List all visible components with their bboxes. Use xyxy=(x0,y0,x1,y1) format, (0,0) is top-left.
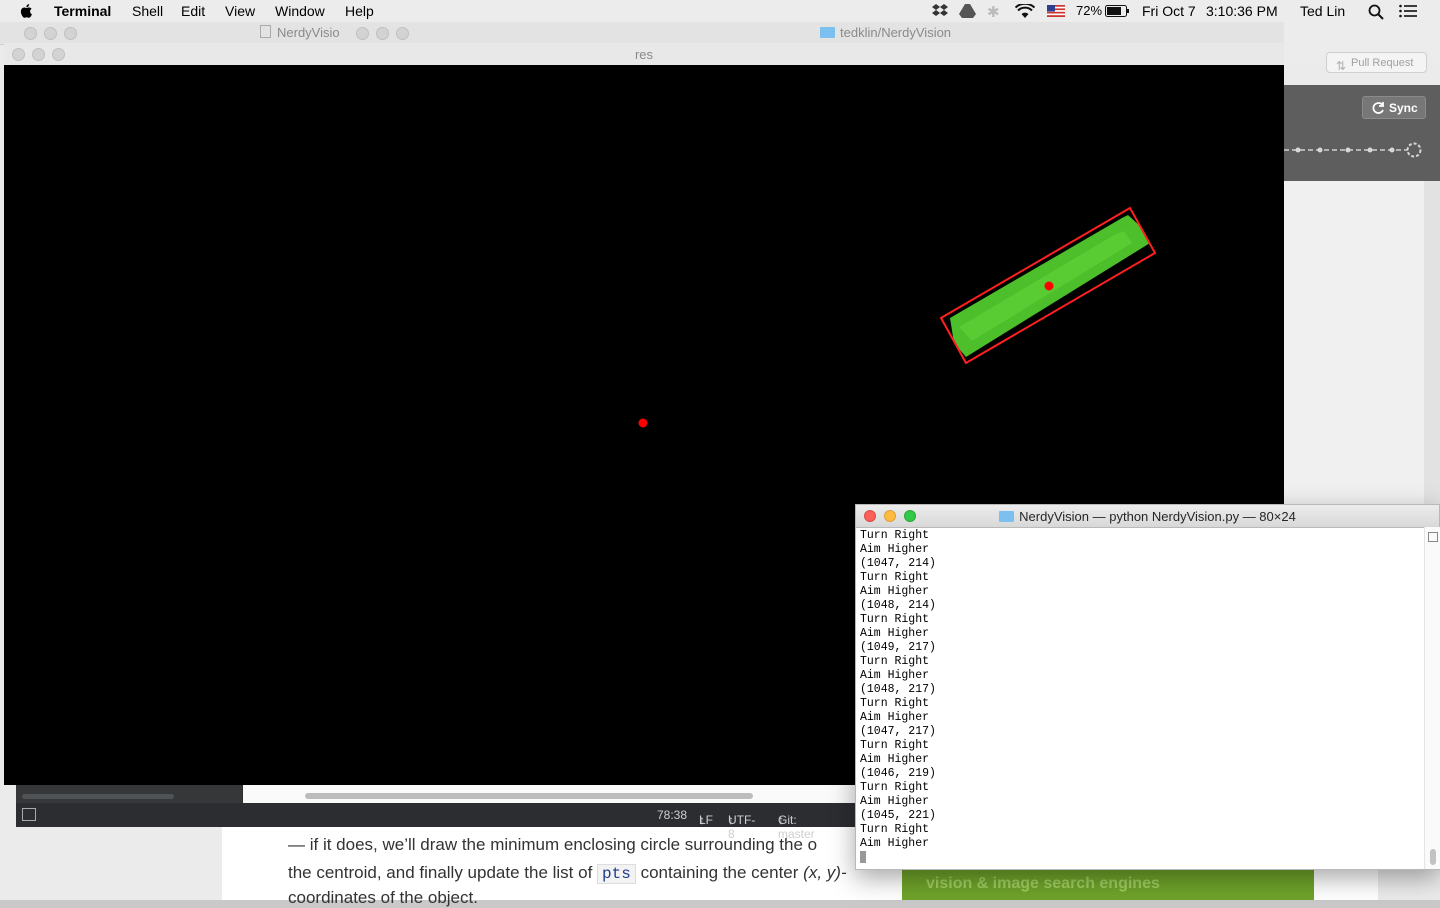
inline-code: pts xyxy=(597,864,636,884)
zoom-button[interactable] xyxy=(64,27,77,40)
terminal-title-label: NerdyVision — python NerdyVision.py — 80… xyxy=(1019,509,1296,524)
terminal-line: (1046, 219) xyxy=(860,767,936,780)
menu-bar: Terminal Shell Edit View Window Help ✱ 7… xyxy=(0,0,1440,23)
repo-title-label: tedklin/NerdyVision xyxy=(840,25,952,40)
battery-icon[interactable] xyxy=(1105,5,1130,17)
terminal-cursor xyxy=(860,851,866,863)
us-flag-icon[interactable] xyxy=(1047,5,1065,17)
wifi-icon[interactable] xyxy=(1015,4,1035,18)
article-text-italic: (x, y)- xyxy=(803,863,847,882)
res-title-bar: res xyxy=(4,43,1284,66)
apple-icon[interactable] xyxy=(18,3,36,19)
menu-view[interactable]: View xyxy=(225,3,255,19)
editor-horizontal-scrollbar[interactable] xyxy=(243,785,856,803)
editor-tab-nerdyvision[interactable]: NerdyVisio xyxy=(260,25,340,40)
terminal-line: Turn Right xyxy=(860,697,930,710)
menu-window[interactable]: Window xyxy=(275,3,325,19)
minimize-button[interactable] xyxy=(376,27,389,40)
sync-icon xyxy=(1372,102,1384,114)
terminal-line: (1045, 221) xyxy=(860,809,936,822)
terminal-line: Turn Right xyxy=(860,613,930,626)
article-line: the centroid, and finally update the lis… xyxy=(288,863,847,884)
close-button[interactable] xyxy=(24,27,37,40)
minimize-button[interactable] xyxy=(44,27,57,40)
pull-request-icon: ⇅ xyxy=(1336,59,1347,73)
close-button[interactable] xyxy=(356,27,369,40)
google-drive-icon[interactable] xyxy=(959,4,976,18)
terminal-line: (1049, 217) xyxy=(860,641,936,654)
menu-date[interactable]: Fri Oct 7 xyxy=(1142,3,1196,19)
menu-shell[interactable]: Shell xyxy=(132,3,163,19)
battery-percent: 72% xyxy=(1076,3,1103,18)
terminal-line: (1048, 214) xyxy=(860,599,936,612)
article-text: containing the center xyxy=(640,863,799,882)
scroll-marker-icon[interactable] xyxy=(1428,532,1438,542)
github-scrollbar[interactable] xyxy=(1424,181,1440,511)
dropbox-icon[interactable] xyxy=(931,3,949,19)
terminal-window: NerdyVision — python NerdyVision.py — 80… xyxy=(855,504,1440,870)
menu-user[interactable]: Ted Lin xyxy=(1300,3,1345,19)
terminal-line: (1047, 214) xyxy=(860,557,936,570)
terminal-title-bar: NerdyVision — python NerdyVision.py — 80… xyxy=(856,505,1439,528)
repo-title: tedklin/NerdyVision xyxy=(820,25,951,40)
sync-button[interactable]: Sync xyxy=(1362,96,1426,119)
scrollbar-thumb[interactable] xyxy=(1430,849,1436,865)
terminal-line: Aim Higher xyxy=(860,753,930,766)
tree-view-scrollbar[interactable] xyxy=(16,785,242,803)
res-title: res xyxy=(634,47,654,62)
terminal-scrollbar[interactable] xyxy=(1424,527,1440,869)
notification-center-icon[interactable] xyxy=(1399,4,1418,18)
terminal-line: Aim Higher xyxy=(860,837,930,850)
advertisement-banner[interactable]: vision & image search engines xyxy=(902,868,1314,900)
panel-toggle-icon[interactable] xyxy=(22,808,36,821)
terminal-line: (1048, 217) xyxy=(860,683,936,696)
zoom-button[interactable] xyxy=(396,27,409,40)
article-line: coordinates of the object. xyxy=(288,888,478,907)
terminal-line: Aim Higher xyxy=(860,795,930,808)
terminal-output[interactable]: Turn Right Aim Higher (1047, 214) Turn Righ… xyxy=(860,529,1420,865)
scrollbar-thumb[interactable] xyxy=(22,794,174,799)
folder-icon xyxy=(820,27,835,38)
cursor-position[interactable]: 78:38 xyxy=(657,808,687,822)
editor-tab-label: NerdyVisio xyxy=(277,25,340,40)
terminal-line: Aim Higher xyxy=(860,543,930,556)
menu-time[interactable]: 3:10:36 PM xyxy=(1206,3,1278,19)
terminal-line: Turn Right xyxy=(860,823,930,836)
github-title-bar: NerdyVisio tedklin/NerdyVision xyxy=(0,22,1440,45)
terminal-line: Turn Right xyxy=(860,571,930,584)
terminal-line: Turn Right xyxy=(860,781,930,794)
commit-timeline[interactable] xyxy=(1284,140,1434,160)
chevron-updown-icon: ↕ xyxy=(699,813,705,827)
terminal-line: Turn Right xyxy=(860,529,930,542)
editor-status-bar: 78:38 LF ↕ UTF-8 ↕ Git: master ↕ xyxy=(16,803,856,841)
terminal-line: Aim Higher xyxy=(860,711,930,724)
chevron-updown-icon: ↕ xyxy=(728,813,734,827)
bluetooth-icon[interactable]: ✱ xyxy=(987,3,1000,21)
screen-center-marker xyxy=(638,418,648,428)
menu-edit[interactable]: Edit xyxy=(181,3,205,19)
sync-label: Sync xyxy=(1389,101,1418,115)
article-text: the centroid, and finally update the lis… xyxy=(288,863,593,882)
pull-request-button[interactable]: ⇅ Pull Request xyxy=(1326,52,1427,73)
terminal-line: Aim Higher xyxy=(860,585,930,598)
terminal-line: Turn Right xyxy=(860,655,930,668)
pull-request-label: Pull Request xyxy=(1351,57,1414,69)
menu-help[interactable]: Help xyxy=(345,3,374,19)
terminal-line: Aim Higher xyxy=(860,627,930,640)
menu-app-name[interactable]: Terminal xyxy=(54,3,111,19)
terminal-title: NerdyVision — python NerdyVision.py — 80… xyxy=(856,509,1439,524)
spotlight-search-icon[interactable] xyxy=(1368,4,1384,20)
terminal-cursor-line xyxy=(860,851,1420,865)
file-icon xyxy=(260,25,271,38)
chevron-updown-icon: ↕ xyxy=(778,813,784,827)
target-centroid-marker xyxy=(1044,281,1054,291)
terminal-line: Aim Higher xyxy=(860,669,930,682)
folder-icon xyxy=(999,511,1015,522)
terminal-line: (1047, 217) xyxy=(860,725,936,738)
terminal-line: Turn Right xyxy=(860,739,930,752)
github-sidebar xyxy=(1284,181,1440,511)
scrollbar-thumb[interactable] xyxy=(305,793,753,799)
